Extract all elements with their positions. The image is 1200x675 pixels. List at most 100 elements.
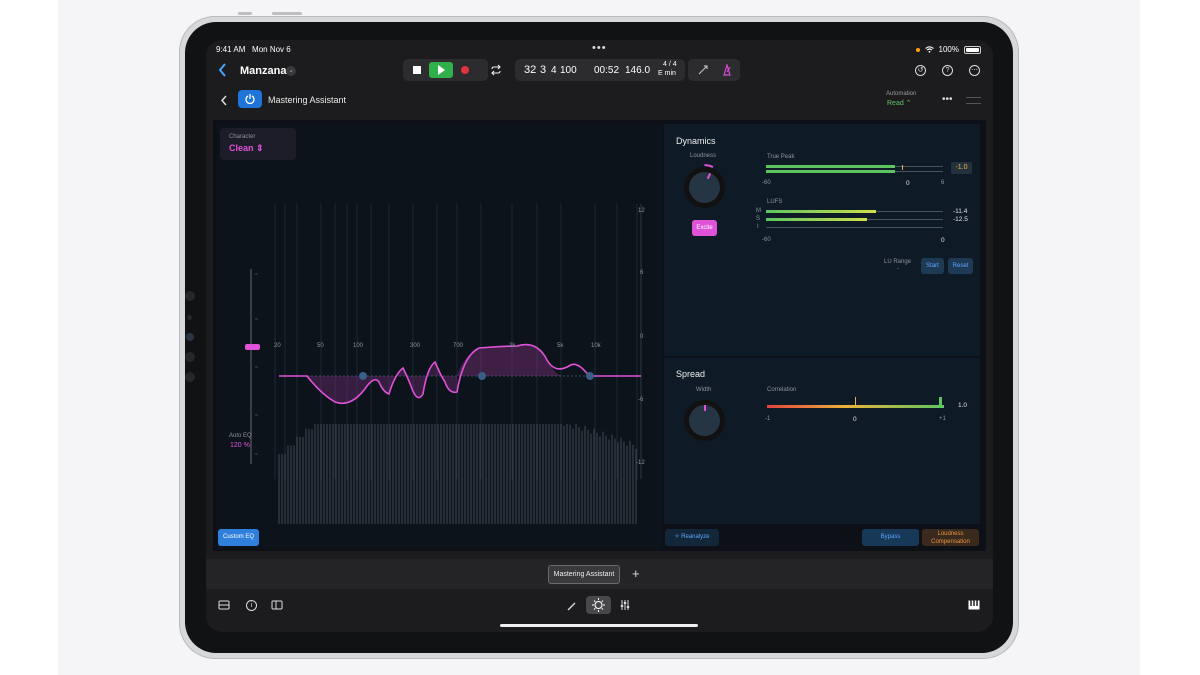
status-time: 9:41 AM Mon Nov 6 <box>216 45 291 54</box>
start-button[interactable]: Start <box>921 258 944 274</box>
status-bar: 9:41 AM Mon Nov 6 ••• 100% <box>206 40 993 58</box>
status-right: 100% <box>915 45 981 54</box>
automation-label: Automation <box>886 91 917 97</box>
correlation-tick: +1 <box>939 416 946 422</box>
auto-eq-slider-thumb[interactable] <box>245 344 260 350</box>
tuner-icon[interactable] <box>697 64 709 76</box>
lufs-tick: -60 <box>762 237 771 243</box>
lufs-track <box>766 227 943 228</box>
eq-band-handle[interactable] <box>586 372 594 380</box>
correlation-tick: 0 <box>853 416 857 423</box>
sidebar-icon[interactable] <box>271 600 283 610</box>
plugin-more-icon[interactable]: ••• <box>942 94 953 105</box>
metronome-icon[interactable] <box>721 64 733 76</box>
side-control <box>187 315 192 320</box>
keyboard-icon[interactable] <box>968 600 980 610</box>
side-control <box>185 291 195 301</box>
side-control <box>185 372 195 382</box>
spread-panel <box>664 358 980 524</box>
project-title[interactable]: Manzana <box>240 65 286 77</box>
lufs-i-label: I <box>757 224 759 230</box>
app-screen: 9:41 AM Mon Nov 6 ••• 100% Manzana ⌄ 32 … <box>206 40 993 632</box>
lufs-tick: 0 <box>941 237 945 244</box>
auto-eq-label: Auto EQ <box>229 433 252 439</box>
knob-indicator <box>704 405 706 411</box>
dynamics-title: Dynamics <box>676 136 716 146</box>
plugin-tab-mastering-assistant[interactable]: Mastering Assistant <box>548 565 620 584</box>
eq-graph[interactable] <box>217 124 662 549</box>
lcd-time: 00:52 <box>594 65 620 76</box>
help-icon[interactable]: ? <box>942 65 953 76</box>
stop-button[interactable] <box>409 62 425 78</box>
chevron-left-icon <box>220 95 227 106</box>
browser-icon[interactable] <box>218 600 230 610</box>
excite-button[interactable]: Excite <box>692 220 717 236</box>
bypass-button[interactable]: Bypass <box>862 529 919 546</box>
chevron-left-icon <box>218 63 226 77</box>
lcd-display[interactable]: 32 3 4 100 00:52 146.0 4 / 4 E min <box>515 59 685 81</box>
lcd-key: E min <box>658 70 676 77</box>
undo-icon[interactable]: ↺ <box>915 65 926 76</box>
wifi-icon <box>924 46 934 53</box>
project-menu-chevron-icon[interactable]: ⌄ <box>286 66 296 76</box>
eq-band-handle[interactable] <box>478 372 486 380</box>
play-button[interactable] <box>429 62 453 78</box>
correlation-label: Correlation <box>767 387 797 393</box>
cycle-button[interactable] <box>490 63 502 81</box>
mic-indicator-icon <box>915 47 920 52</box>
add-plugin-button[interactable]: + <box>632 566 640 581</box>
plugin-name: Mastering Assistant <box>268 95 347 105</box>
smart-controls-icon <box>592 598 605 612</box>
correlation-tick: -1 <box>765 416 771 422</box>
tool-buttons <box>688 59 740 81</box>
correlation-center-marker <box>855 397 856 405</box>
freq-label: 20 <box>274 343 281 349</box>
freq-label: 100 <box>353 343 364 349</box>
freq-label: 2k <box>509 343 516 349</box>
correlation-value: 1.0 <box>958 402 968 409</box>
custom-eq-button[interactable]: Custom EQ <box>218 529 259 546</box>
loop-icon <box>491 64 501 76</box>
info-icon[interactable]: i <box>246 600 257 611</box>
transport-controls <box>403 59 488 81</box>
automation-mode[interactable]: Read ⌃ <box>887 99 912 107</box>
home-indicator <box>500 624 698 627</box>
loudness-compensation-button[interactable]: Loudness Compensation <box>922 529 979 546</box>
pencil-icon[interactable] <box>566 600 578 612</box>
power-icon <box>245 94 255 105</box>
multitasking-dots[interactable]: ••• <box>592 42 607 54</box>
true-peak-tick: 0 <box>906 180 910 187</box>
eq-band-handle[interactable] <box>359 372 367 380</box>
db-label: 0 <box>640 334 644 340</box>
battery-percent: 100% <box>938 45 959 54</box>
plugin-back-button[interactable] <box>220 93 228 111</box>
lcd-tempo: 146.0 <box>625 65 651 76</box>
plugin-power-button[interactable] <box>238 90 262 108</box>
lufs-label: LUFS <box>767 199 783 205</box>
true-peak-tick: 6 <box>941 180 945 186</box>
lufs-m-meter <box>766 210 876 213</box>
lufs-m-label: M <box>756 208 761 214</box>
lufs-s-label: S <box>756 216 761 222</box>
freq-label: 50 <box>317 343 324 349</box>
sparkle-icon: ✧ <box>674 534 680 540</box>
lufs-s-meter <box>766 218 867 221</box>
width-knob[interactable] <box>684 400 725 441</box>
true-peak-tick: -60 <box>762 180 771 186</box>
record-icon <box>461 66 469 74</box>
spread-title: Spread <box>676 369 706 379</box>
play-icon <box>438 65 445 75</box>
mixer-icon[interactable] <box>619 599 631 611</box>
more-icon[interactable]: ⋯ <box>969 65 980 76</box>
smart-controls-button[interactable] <box>586 596 611 614</box>
reset-button[interactable]: Reset <box>948 258 973 274</box>
lufs-m-value: -11.4 <box>953 208 968 215</box>
freq-label: 5k <box>557 343 564 349</box>
lcd-bars: 32 <box>524 64 537 76</box>
freq-label: 10k <box>591 343 601 349</box>
back-button[interactable] <box>218 63 228 81</box>
record-button[interactable] <box>457 62 473 78</box>
reanalyze-button[interactable]: ✧ Reanalyze <box>665 529 719 546</box>
peak-hold-marker <box>902 165 903 170</box>
drag-handle-icon[interactable] <box>966 97 981 104</box>
